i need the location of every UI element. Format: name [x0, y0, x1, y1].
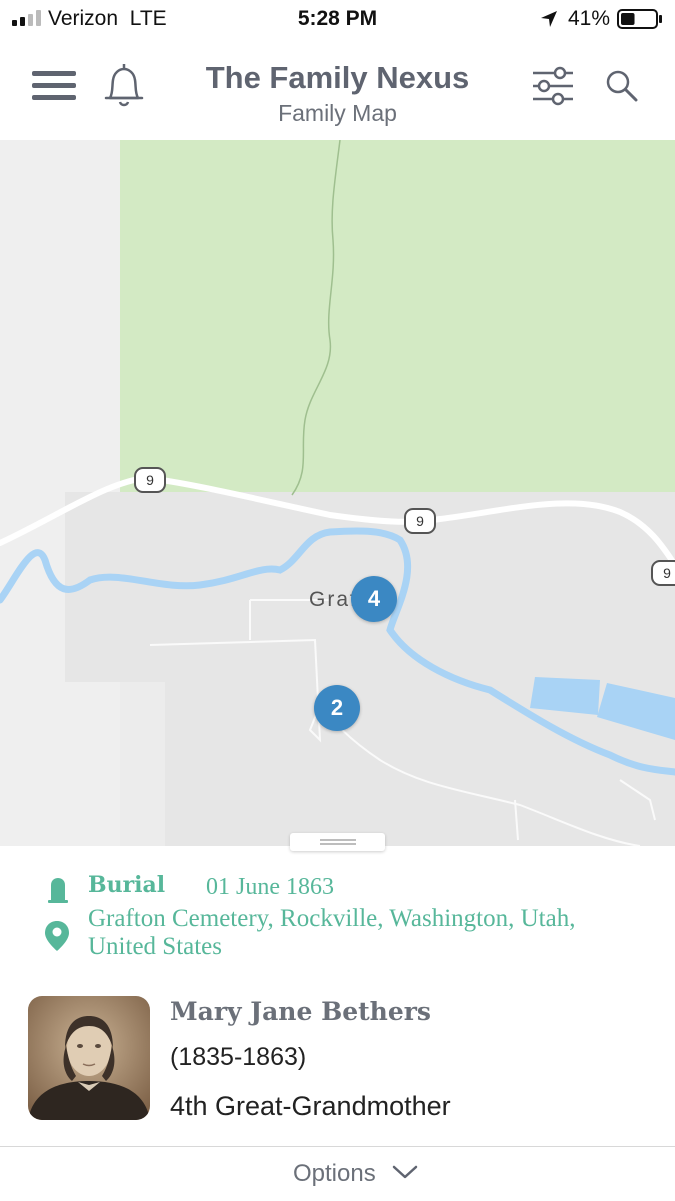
- family-map[interactable]: 9 9 9 Grafton 4 2: [0, 140, 675, 846]
- route-shield: 9: [404, 508, 436, 534]
- status-bar: Verizon LTE 5:28 PM 41%: [0, 0, 675, 40]
- battery-percent: 41%: [568, 7, 611, 30]
- map-cluster-marker[interactable]: 4: [351, 576, 397, 622]
- route-shield: 9: [134, 467, 166, 493]
- event-type: Burial: [88, 872, 166, 898]
- location-arrow-icon: [541, 11, 557, 27]
- battery-icon: [617, 9, 662, 29]
- event-date: 01 June 1863: [206, 874, 334, 900]
- app-header: The Family Nexus Family Map: [0, 40, 675, 140]
- chevron-down-icon: [392, 1165, 418, 1179]
- person-name[interactable]: Mary Jane Bethers: [170, 997, 431, 1026]
- location-pin-icon: [45, 921, 69, 951]
- person-portrait[interactable]: [28, 996, 150, 1120]
- person-lifespan: (1835-1863): [170, 1043, 307, 1071]
- search-icon[interactable]: [604, 68, 640, 104]
- person-relationship: 4th Great-Grandmother: [170, 1091, 451, 1121]
- map-base: [0, 140, 675, 846]
- drag-handle[interactable]: [290, 833, 385, 851]
- options-button[interactable]: Options: [0, 1146, 675, 1201]
- event-place[interactable]: Grafton Cemetery, Rockville, Washington,…: [88, 905, 648, 961]
- options-label: Options: [293, 1160, 376, 1187]
- filter-sliders-icon[interactable]: [530, 66, 576, 106]
- tombstone-icon: [48, 878, 68, 903]
- map-cluster-marker[interactable]: 2: [314, 685, 360, 731]
- route-shield: 9: [651, 560, 675, 586]
- park-area: [120, 140, 675, 492]
